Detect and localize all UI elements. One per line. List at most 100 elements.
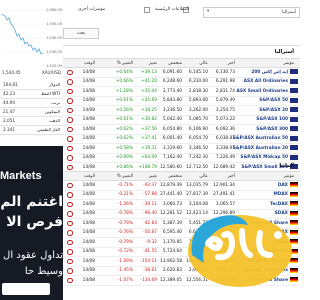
index-name[interactable]: S&P/ASX 300 (256, 127, 288, 132)
search-button[interactable]: بحث (63, 28, 99, 39)
side-value: 2,051 (3, 118, 15, 123)
australia-flag-icon (290, 107, 298, 112)
clock-icon (67, 145, 73, 151)
cell-change-pct: -0.76% (117, 230, 133, 235)
chart-price: 1,544.45 (2, 70, 21, 75)
cell-last: 6,038.81 (215, 136, 235, 141)
cell-change-pct: -1.09% (117, 258, 133, 264)
clock-icon (67, 126, 73, 132)
cell-change: -134.69 (140, 277, 157, 283)
ad-line: فرص الا (6, 214, 63, 230)
index-name[interactable]: S&P/ASX Australian 20 (233, 146, 288, 151)
cell-change: +35.69 (141, 98, 157, 103)
col-header[interactable]: مؤشر (284, 174, 295, 179)
australia-flag-icon (290, 97, 298, 103)
clock-icon (67, 98, 73, 104)
cell-high: 3,346.50 (188, 145, 208, 151)
cell-change: +18.25 (141, 107, 157, 113)
col-header[interactable]: % التغيير (117, 174, 133, 179)
side-value: 44.94 (3, 100, 15, 105)
chart-y-tick: 1,530.00 (45, 50, 62, 54)
side-row[interactable]: 2.341 الغاز الطبيعي (0, 125, 63, 135)
australia-flag-icon (290, 135, 298, 141)
ad-cta-button[interactable] (2, 283, 50, 295)
cell-low: 6,091.60 (162, 69, 182, 75)
col-header[interactable]: أخير (227, 61, 235, 66)
index-name[interactable]: S&P/ASX Australian 50 (233, 136, 288, 141)
index-name[interactable]: إيه إس إكس 200 (251, 70, 288, 75)
index-name[interactable]: S&P/ASX 100 (256, 117, 288, 122)
cell-low: 7,162.40 (162, 155, 182, 160)
cell-high: 6,054.70 (188, 136, 208, 141)
checkbox-other-indices[interactable] (144, 7, 150, 13)
cell-change: -39.11 (143, 201, 157, 207)
mini-chart[interactable]: 1,560.00 1,550.00 1,540.00 1,530.00 1,52… (0, 0, 63, 78)
ad-banner[interactable]: Markets اغتنم الم فرص الا تداول عقود ال … (0, 146, 63, 300)
chart-y-tick: 1,560.00 (45, 8, 62, 12)
cell-high: 6,145.10 (188, 69, 208, 75)
cell-change-pct: -0.79% (117, 220, 133, 226)
col-header[interactable]: تغيير (149, 174, 157, 179)
cell-last: 3,338.91 (215, 145, 235, 151)
col-header[interactable]: % التغيير (117, 61, 133, 66)
cell-time: 14/08 (82, 258, 95, 264)
index-name[interactable]: ASX Small Ordinaries (237, 89, 289, 94)
col-header[interactable]: عالي (199, 61, 208, 66)
cell-last: 6,291.98 (215, 79, 235, 84)
col-header[interactable]: تغيير (149, 61, 157, 66)
australia-flag-icon (290, 154, 298, 160)
cell-change-pct: -0.79% (117, 239, 133, 245)
col-header[interactable]: أخير (227, 174, 235, 179)
cell-last: 12,689.42 (213, 164, 235, 170)
cell-change: -154.11 (140, 258, 157, 264)
cell-change: -42.83 (143, 220, 157, 226)
clock-icon (67, 249, 73, 255)
cell-time: 14/08 (82, 155, 95, 160)
cell-time: 14/08 (82, 239, 95, 245)
cell-high: 2,818.30 (188, 88, 208, 94)
cell-change: -41.55 (143, 249, 157, 254)
cell-time: 14/08 (82, 145, 95, 151)
clock-icon (67, 136, 73, 142)
australia-flag-icon (290, 78, 298, 84)
index-name[interactable]: DAX (278, 183, 288, 188)
cell-change: +41.20 (141, 79, 157, 84)
cell-change-pct: +0.56% (115, 107, 133, 113)
col-header[interactable]: الوقت (84, 61, 95, 66)
col-header[interactable]: الوقت (84, 174, 95, 179)
index-name[interactable]: S&P/ASX 50 (259, 98, 288, 103)
side-label: البيتكوين (44, 109, 60, 114)
cell-time: 14/08 (82, 107, 95, 113)
clock-icon (67, 107, 73, 113)
cell-change-pct: -0.78% (117, 211, 133, 216)
cell-change-pct: -0.72% (117, 249, 133, 254)
col-header[interactable]: منخفض (168, 174, 182, 179)
cell-change-pct: -0.71% (117, 182, 133, 188)
cell-change-pct: +0.86% (115, 164, 133, 170)
index-name[interactable]: S&P/ASX Midcap 50 (240, 155, 288, 160)
cell-change-pct: -0.21% (117, 192, 133, 197)
cell-high: 13,035.79 (186, 182, 208, 188)
index-name[interactable]: S&P/ASX 20 (259, 108, 288, 113)
clock-icon (67, 268, 73, 274)
col-header[interactable]: مؤشر (284, 61, 295, 66)
cell-time: 14/08 (82, 117, 95, 122)
cell-change: +19.31 (141, 145, 157, 151)
index-name[interactable]: ASX All Ordinaries (244, 79, 288, 84)
cell-change: -38.61 (143, 268, 157, 273)
cell-change-pct: -1.07% (117, 277, 133, 283)
clock-icon (67, 164, 73, 170)
cell-change-pct: -1.26% (117, 201, 133, 207)
cell-last: 3,254.75 (215, 107, 235, 113)
cell-change: -92.37 (143, 182, 157, 188)
cell-time: 14/08 (82, 164, 95, 170)
clock-icon (67, 192, 73, 198)
cell-high: 5,893.60 (188, 98, 208, 103)
clock-icon (67, 117, 73, 123)
col-header[interactable]: عالي (199, 174, 208, 179)
cell-change: +64.09 (141, 155, 157, 160)
side-label: النفط WTI (40, 91, 60, 96)
col-header[interactable]: منخفض (168, 61, 182, 66)
side-label: برنت (51, 100, 60, 105)
region-dropdown[interactable]: ▾ أستراليا (203, 7, 300, 18)
